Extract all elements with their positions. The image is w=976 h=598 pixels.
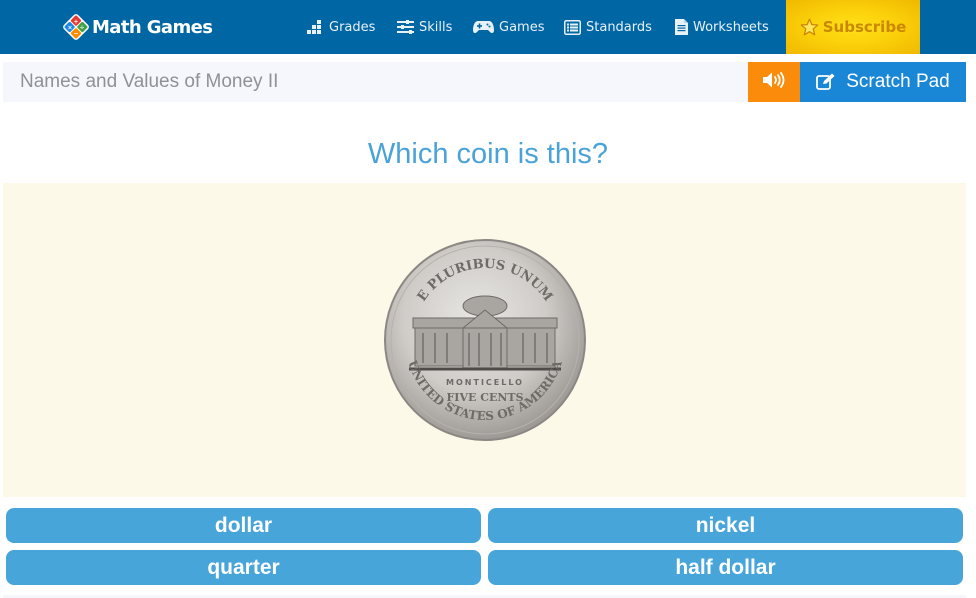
bar-steps-icon	[307, 20, 324, 34]
nav-skills-label: Skills	[419, 19, 453, 35]
svg-text:FIVE CENTS: FIVE CENTS	[446, 391, 523, 404]
math-symbols-logo-icon: + ÷ × −	[63, 14, 89, 40]
nav-games-label: Games	[499, 19, 545, 35]
nickel-coin-image: E PLURIBUS UNUM MONTICELLO FIVE CENTS UN…	[383, 238, 587, 442]
site-logo[interactable]: + ÷ × − Math Games	[63, 13, 213, 41]
nav-worksheets[interactable]: Worksheets	[675, 0, 769, 54]
subscribe-button[interactable]: Subscribe	[786, 0, 920, 54]
star-icon	[800, 18, 819, 36]
subscribe-label: Subscribe	[822, 18, 907, 36]
sliders-icon	[397, 20, 414, 34]
question-prompt: Which coin is this?	[367, 138, 609, 170]
coin-image-area: E PLURIBUS UNUM MONTICELLO FIVE CENTS UN…	[3, 183, 966, 497]
nav-grades-label: Grades	[329, 19, 376, 35]
svg-text:÷: ÷	[79, 25, 84, 32]
answer-button-nickel[interactable]: nickel	[488, 508, 963, 543]
nav-games[interactable]: Games	[473, 0, 544, 54]
document-icon	[675, 19, 688, 35]
answer-button-half-dollar[interactable]: half dollar	[488, 550, 963, 585]
nav-skills[interactable]: Skills	[397, 0, 452, 54]
scratch-pad-button[interactable]: Scratch Pad	[800, 62, 966, 102]
svg-text:MONTICELLO: MONTICELLO	[446, 378, 524, 387]
sound-button[interactable]	[748, 62, 800, 102]
nav-worksheets-label: Worksheets	[693, 19, 769, 35]
answer-button-dollar[interactable]: dollar	[6, 508, 481, 543]
nav-grades[interactable]: Grades	[307, 0, 375, 54]
top-navigation: + ÷ × − Math Games Grades Skills Games S…	[0, 0, 976, 54]
scratch-pad-label: Scratch Pad	[846, 71, 950, 92]
svg-text:−: −	[73, 31, 78, 38]
nav-standards[interactable]: Standards	[564, 0, 652, 54]
logo-text: Math Games	[92, 16, 213, 38]
nav-standards-label: Standards	[586, 19, 652, 35]
gamepad-icon	[473, 20, 494, 34]
list-icon	[564, 19, 581, 35]
answer-button-quarter[interactable]: quarter	[6, 550, 481, 585]
activity-title: Names and Values of Money II	[3, 62, 748, 102]
volume-icon	[763, 71, 785, 93]
svg-text:+: +	[73, 19, 78, 26]
svg-text:×: ×	[67, 25, 72, 32]
edit-icon	[816, 73, 836, 91]
